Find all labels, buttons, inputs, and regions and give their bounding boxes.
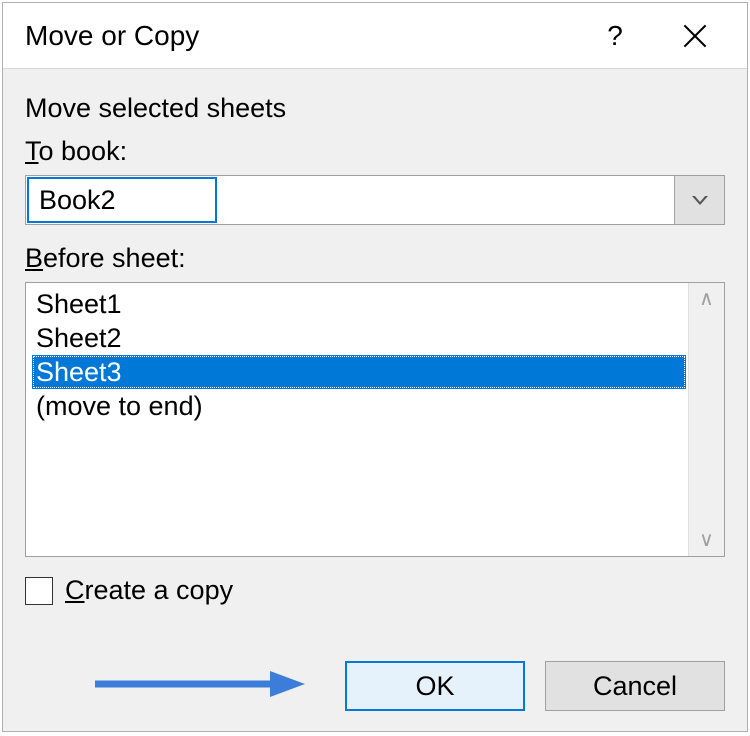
list-item[interactable]: (move to end) bbox=[32, 389, 688, 423]
to-book-value: Book2 bbox=[27, 177, 217, 223]
ok-button[interactable]: OK bbox=[345, 661, 525, 711]
checkbox-box-icon bbox=[25, 577, 53, 605]
create-copy-label: Create a copy bbox=[65, 575, 233, 606]
before-sheet-label: Before sheet: bbox=[25, 243, 725, 274]
list-item[interactable]: Sheet1 bbox=[32, 287, 688, 321]
cancel-button[interactable]: Cancel bbox=[545, 661, 725, 711]
move-or-copy-dialog: Move or Copy ? Move selected sheets To b… bbox=[2, 2, 748, 732]
before-sheet-listbox[interactable]: Sheet1Sheet2Sheet3(move to end) ∧ ∨ bbox=[25, 282, 725, 557]
to-book-dropdown-button[interactable] bbox=[675, 175, 725, 225]
help-icon: ? bbox=[607, 20, 623, 52]
listbox-scrollbar[interactable]: ∧ ∨ bbox=[688, 283, 724, 556]
titlebar: Move or Copy ? bbox=[3, 3, 747, 69]
close-button[interactable] bbox=[665, 3, 725, 69]
help-button[interactable]: ? bbox=[585, 3, 645, 69]
listbox-items: Sheet1Sheet2Sheet3(move to end) bbox=[26, 283, 688, 556]
create-copy-checkbox[interactable]: Create a copy bbox=[25, 575, 725, 606]
list-item[interactable]: Sheet2 bbox=[32, 321, 688, 355]
dialog-title: Move or Copy bbox=[25, 20, 585, 52]
scroll-up-icon: ∧ bbox=[699, 289, 714, 309]
scroll-down-icon: ∨ bbox=[699, 530, 714, 550]
dialog-button-row: OK Cancel bbox=[345, 661, 725, 711]
to-book-label: To book: bbox=[25, 136, 725, 167]
annotation-arrow-icon bbox=[95, 669, 305, 699]
to-book-combo[interactable]: Book2 bbox=[25, 175, 725, 225]
close-icon bbox=[683, 24, 707, 48]
chevron-down-icon bbox=[692, 196, 708, 205]
list-item[interactable]: Sheet3 bbox=[32, 355, 686, 389]
to-book-input-wrap[interactable]: Book2 bbox=[25, 175, 675, 225]
dialog-body: Move selected sheets To book: Book2 Befo… bbox=[3, 69, 747, 606]
move-selected-label: Move selected sheets bbox=[25, 93, 725, 124]
